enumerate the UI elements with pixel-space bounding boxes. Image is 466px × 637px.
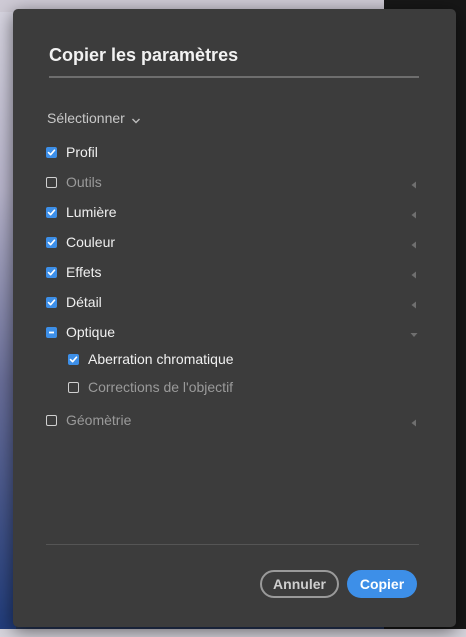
check-icon[interactable] bbox=[46, 266, 57, 278]
option-label: Outils bbox=[66, 174, 102, 190]
checkbox-empty[interactable] bbox=[68, 381, 79, 393]
dialog-title: Copier les paramètres bbox=[49, 45, 239, 65]
option-row[interactable]: Lumière bbox=[46, 202, 418, 222]
select-dropdown[interactable]: Sélectionner bbox=[47, 110, 141, 126]
caret-left-icon[interactable] bbox=[410, 297, 418, 309]
cancel-button[interactable]: Annuler bbox=[260, 570, 339, 598]
option-label: Couleur bbox=[66, 234, 116, 250]
option-label: Lumière bbox=[66, 204, 117, 220]
option-row[interactable]: Optique bbox=[46, 322, 418, 342]
check-icon[interactable] bbox=[46, 296, 57, 308]
option-label: Aberration chromatique bbox=[88, 351, 234, 367]
caret-down-icon[interactable] bbox=[410, 327, 418, 337]
check-icon[interactable] bbox=[46, 206, 57, 218]
check-icon[interactable] bbox=[46, 146, 57, 158]
option-row[interactable]: Aberration chromatique bbox=[68, 349, 418, 369]
copy-button[interactable]: Copier bbox=[347, 570, 417, 598]
option-label: Profil bbox=[66, 144, 98, 160]
option-row[interactable]: Géomètrie bbox=[46, 410, 418, 430]
caret-left-icon[interactable] bbox=[410, 177, 418, 189]
option-row[interactable]: Couleur bbox=[46, 232, 418, 252]
option-label: Géomètrie bbox=[66, 412, 132, 428]
title-divider bbox=[49, 76, 419, 78]
check-icon[interactable] bbox=[46, 236, 57, 248]
caret-left-icon[interactable] bbox=[410, 267, 418, 279]
option-label: Effets bbox=[66, 264, 102, 280]
minus-icon[interactable] bbox=[46, 326, 57, 338]
option-label: Détail bbox=[66, 294, 102, 310]
select-dropdown-label: Sélectionner bbox=[47, 110, 125, 126]
caret-left-icon[interactable] bbox=[410, 237, 418, 249]
option-row[interactable]: Détail bbox=[46, 292, 418, 312]
caret-left-icon[interactable] bbox=[410, 207, 418, 219]
footer-divider bbox=[46, 544, 419, 545]
copy-settings-dialog: Copier les paramètres Sélectionner Profi… bbox=[13, 9, 456, 627]
option-row[interactable]: Outils bbox=[46, 172, 418, 192]
option-label: Corrections de l'objectif bbox=[88, 379, 234, 395]
background-photo-bottom-edge bbox=[0, 629, 466, 637]
option-row[interactable]: Effets bbox=[46, 262, 418, 282]
option-label: Optique bbox=[66, 324, 116, 340]
checkbox-empty[interactable] bbox=[46, 414, 57, 426]
chevron-down-icon bbox=[131, 113, 141, 124]
option-row[interactable]: Profil bbox=[46, 142, 418, 162]
checkbox-empty[interactable] bbox=[46, 176, 57, 188]
check-icon[interactable] bbox=[68, 353, 79, 365]
caret-left-icon[interactable] bbox=[410, 415, 418, 427]
option-row[interactable]: Corrections de l'objectif bbox=[68, 377, 418, 397]
